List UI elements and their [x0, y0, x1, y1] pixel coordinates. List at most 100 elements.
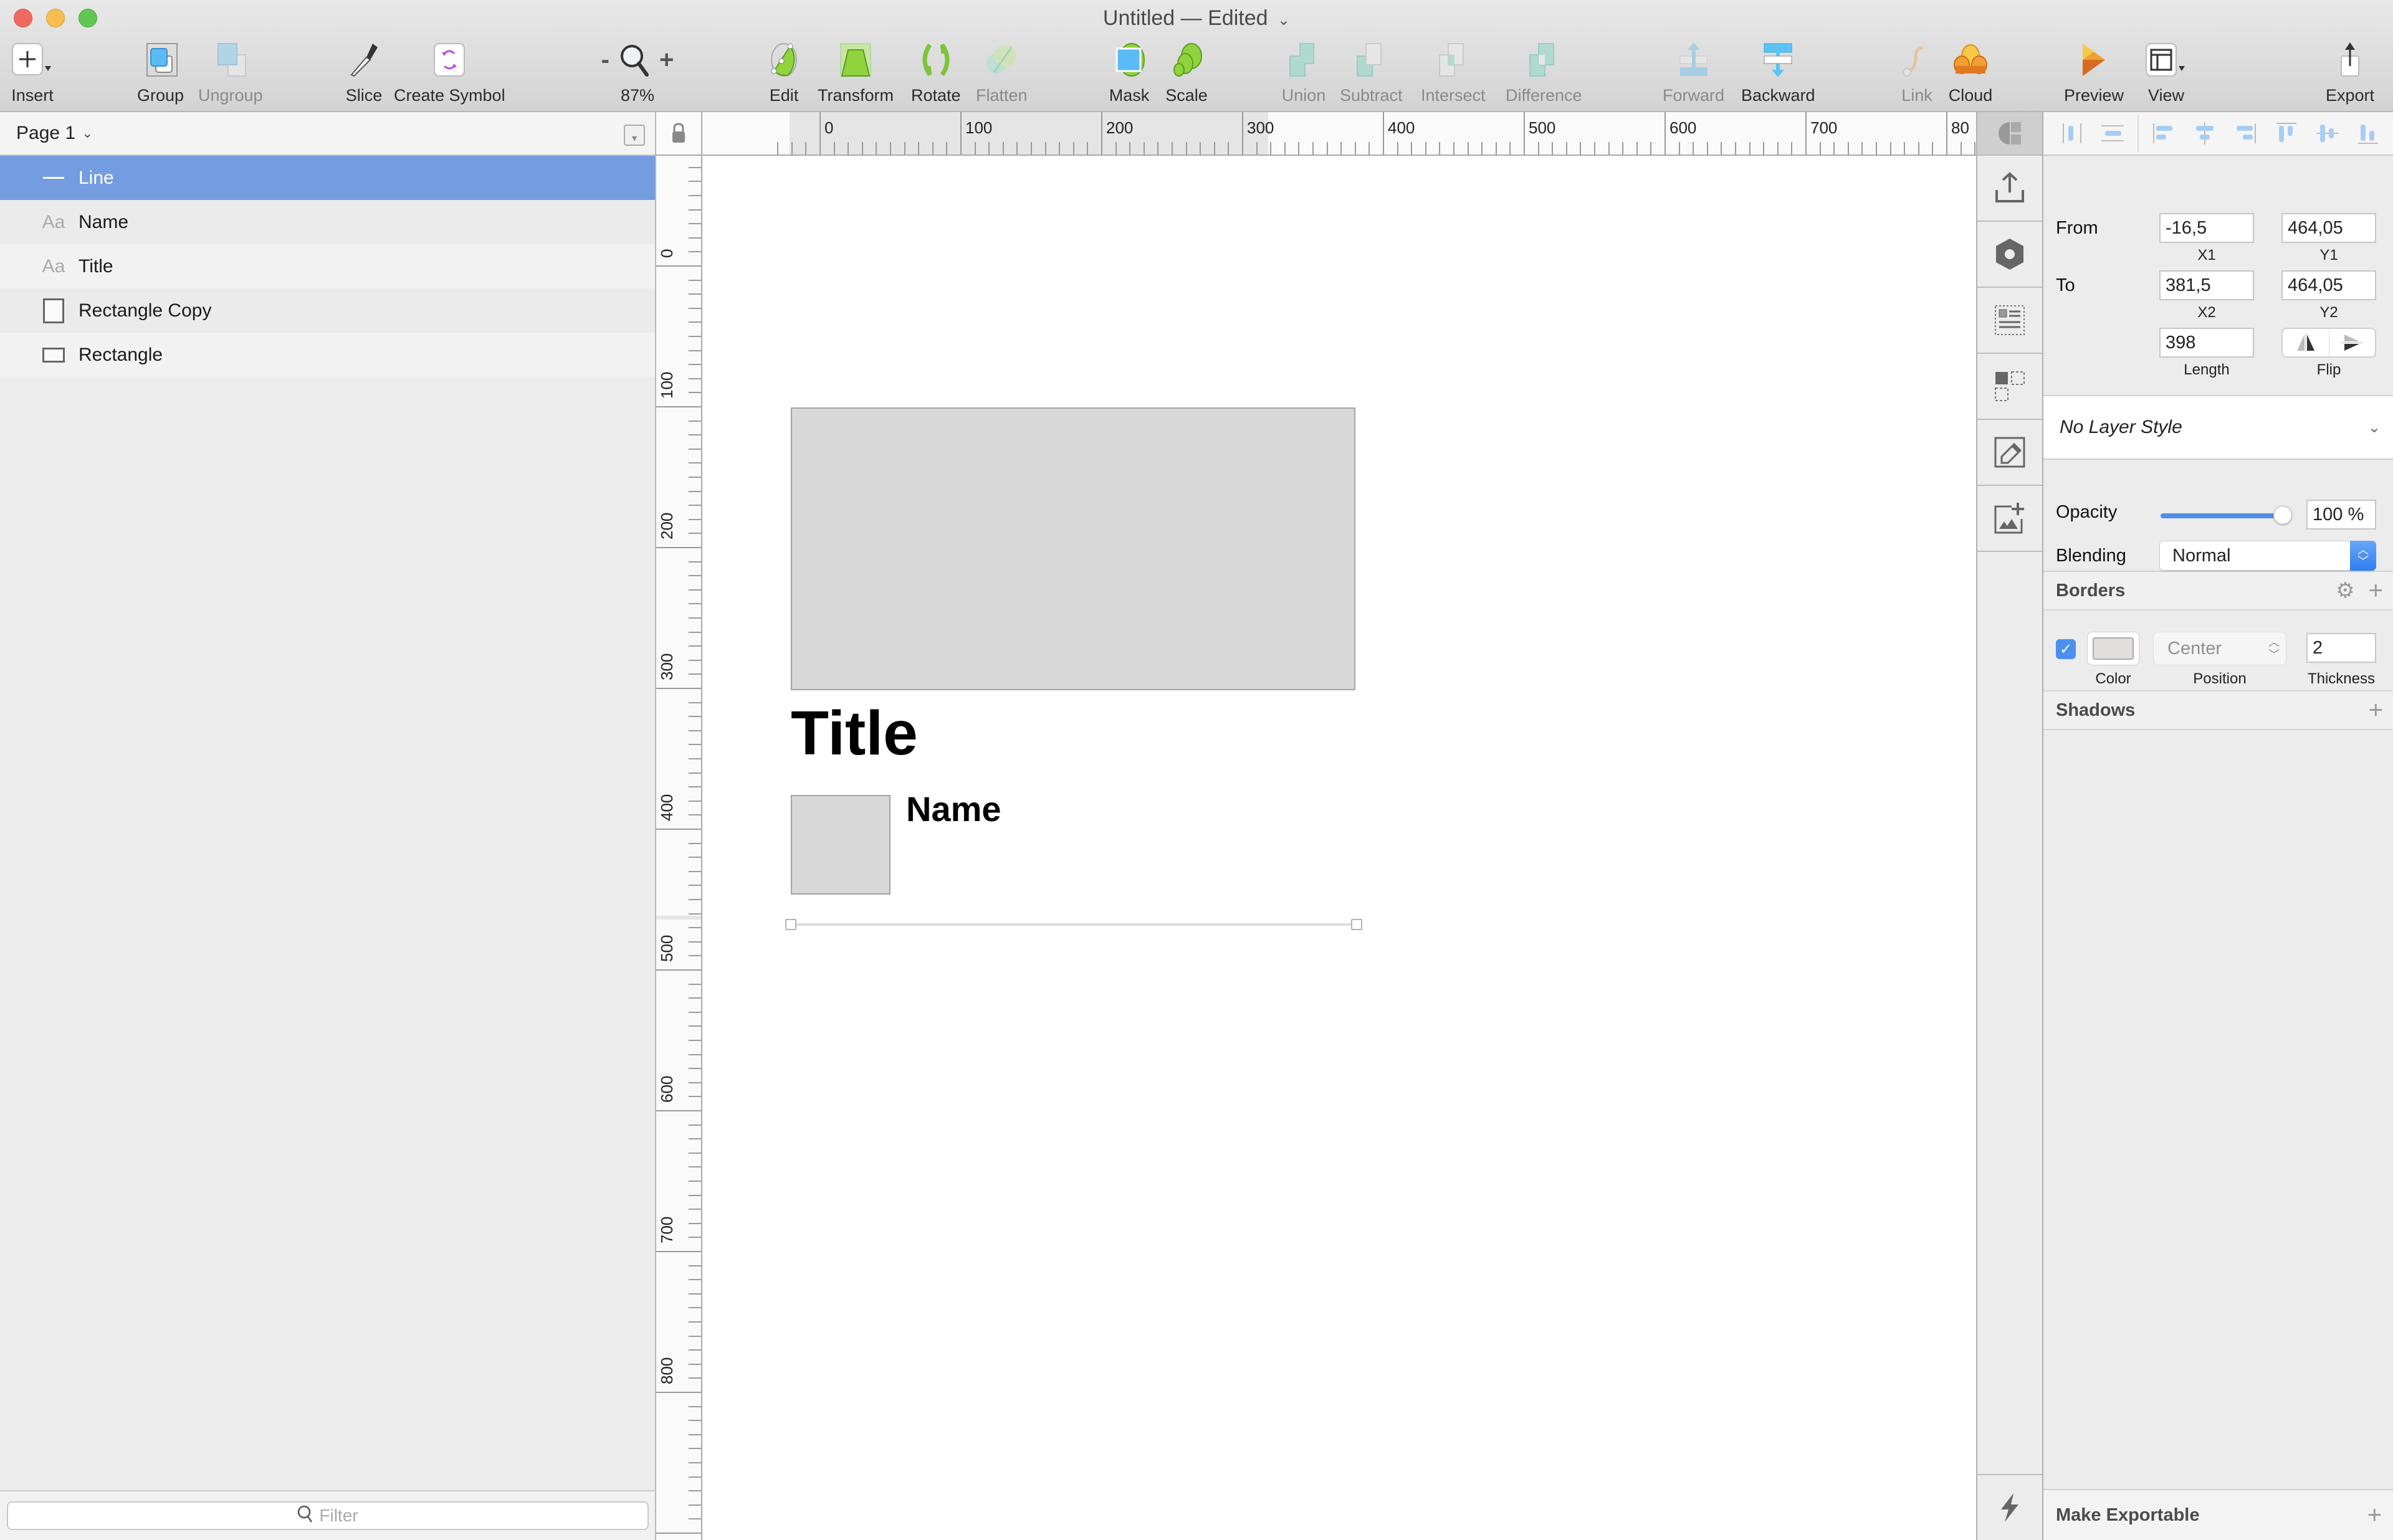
zoom-out-button[interactable]: -	[601, 46, 609, 74]
forward-label: Forward	[1663, 86, 1725, 105]
layer-row-name[interactable]: Aa Name	[0, 200, 655, 244]
opacity-field[interactable]: 100 %	[2306, 500, 2376, 530]
cloud-button[interactable]: Cloud	[1948, 37, 1993, 106]
create-symbol-button[interactable]: Create Symbol	[394, 37, 505, 106]
line-start-handle[interactable]	[785, 919, 796, 930]
ruler-minor-tick	[689, 349, 701, 351]
inspector-tab-style[interactable]	[1977, 112, 2042, 156]
make-exportable-bar: Make Exportable +	[2043, 1489, 2393, 1540]
layer-row-title[interactable]: Aa Title	[0, 244, 655, 288]
flatten-button[interactable]: Flatten	[976, 37, 1028, 106]
transform-button[interactable]: Transform	[818, 37, 894, 106]
bring-forward-icon	[1671, 37, 1716, 82]
layer-style-dropdown[interactable]: No Layer Style ⌄	[2043, 396, 2393, 460]
flip-label: Flip	[2316, 361, 2341, 378]
x2-field[interactable]: 381,5	[2159, 270, 2254, 300]
inspector-tab-add-image[interactable]	[1977, 486, 2042, 552]
link-button[interactable]: Link	[1894, 37, 1939, 106]
forward-button[interactable]: Forward	[1663, 37, 1724, 106]
ruler-label: 500	[1529, 118, 1556, 137]
ruler-minor-tick	[689, 1166, 701, 1168]
blending-select[interactable]: Normal ︿ ﹀	[2159, 541, 2376, 571]
subtract-button[interactable]: Subtract	[1340, 37, 1403, 106]
vertical-ruler[interactable]: 0 100 200 300 400 500 600 700 800	[656, 156, 702, 1540]
align-top-icon[interactable]	[2270, 118, 2303, 149]
inspector-tab-symbols[interactable]	[1977, 354, 2042, 420]
flip-vertical-button[interactable]	[2329, 329, 2376, 356]
ruler-lock-button[interactable]	[656, 112, 702, 156]
scale-button[interactable]: Scale	[1164, 37, 1209, 106]
style-half-circle-icon	[1999, 122, 2021, 145]
align-right-icon[interactable]	[2229, 118, 2262, 149]
opacity-slider[interactable]	[2161, 506, 2292, 525]
ruler-label: 300	[1247, 118, 1274, 137]
opacity-slider-knob[interactable]	[2273, 506, 2292, 525]
rotate-button[interactable]: Rotate	[911, 37, 961, 106]
border-position-select[interactable]: Center ︿ ﹀	[2153, 632, 2286, 665]
layer-row-line[interactable]: Line	[0, 156, 655, 200]
canvas-line-selected[interactable]	[791, 923, 1357, 926]
zoom-control: - + 87%	[591, 37, 684, 106]
flatten-label: Flatten	[976, 86, 1028, 105]
difference-button[interactable]: Difference	[1506, 37, 1582, 106]
distribute-horizontal-icon[interactable]	[2056, 118, 2088, 149]
difference-label: Difference	[1506, 86, 1582, 105]
canvas-rectangle[interactable]	[791, 407, 1355, 690]
ruler-minor-tick	[689, 505, 701, 506]
add-border-plus-icon[interactable]: +	[2369, 577, 2383, 605]
export-button[interactable]: Export	[2326, 37, 2374, 106]
view-button[interactable]: View	[2144, 37, 2189, 106]
page-selector[interactable]: Page 1 ⌄ ▾	[0, 112, 655, 156]
y2-field[interactable]: 464,05	[2281, 270, 2376, 300]
line-end-handle[interactable]	[1351, 919, 1362, 930]
x1-field[interactable]: -16,5	[2159, 213, 2254, 243]
union-button[interactable]: Union	[1281, 37, 1326, 106]
y1-field[interactable]: 464,05	[2281, 213, 2376, 243]
inspector-tab-export[interactable]	[1977, 156, 2042, 222]
horizontal-ruler[interactable]: 0 100 200 300 400 500 600 700 80	[702, 112, 1976, 156]
window-title[interactable]: Untitled — Edited ⌄	[0, 6, 2393, 31]
inspector-tab-actions[interactable]	[1977, 1474, 2042, 1540]
align-center-horizontal-icon[interactable]	[2189, 118, 2221, 149]
mask-button[interactable]: Mask	[1107, 37, 1152, 106]
intersect-button[interactable]: Intersect	[1421, 37, 1486, 106]
add-export-plus-icon[interactable]: +	[2367, 1501, 2382, 1529]
border-enabled-checkbox[interactable]: ✓	[2056, 639, 2076, 659]
zoom-in-button[interactable]: +	[659, 46, 674, 74]
add-image-icon	[1994, 503, 2024, 534]
slice-button[interactable]: Slice	[342, 37, 386, 106]
ruler-minor-tick	[1312, 142, 1314, 154]
distribute-vertical-icon[interactable]	[2097, 118, 2129, 149]
canvas[interactable]: Title Name	[702, 156, 1976, 1540]
filter-input[interactable]: Filter	[6, 1501, 649, 1530]
ruler-minor-tick	[689, 617, 701, 619]
align-left-icon[interactable]	[2147, 118, 2180, 149]
preview-button[interactable]: Preview	[2064, 37, 2124, 106]
ruler-minor-tick	[1129, 142, 1131, 154]
backward-button[interactable]: Backward	[1741, 37, 1815, 106]
border-color-well[interactable]	[2087, 632, 2139, 665]
knife-icon	[342, 37, 386, 82]
border-thickness-field[interactable]: 2	[2306, 633, 2376, 663]
add-shadow-plus-icon[interactable]: +	[2369, 696, 2383, 725]
layer-row-rectangle[interactable]: Rectangle	[0, 333, 655, 377]
borders-settings-gear-icon[interactable]: ⚙	[2336, 578, 2354, 603]
length-field[interactable]: 398	[2159, 328, 2254, 358]
edit-label: Edit	[769, 86, 799, 105]
inspector-tab-edit[interactable]	[1977, 420, 2042, 486]
slice-label: Slice	[345, 86, 383, 105]
ungroup-button[interactable]: Ungroup	[198, 37, 263, 106]
canvas-name-text[interactable]: Name	[906, 789, 1001, 829]
insert-button[interactable]: Insert	[10, 37, 55, 106]
flip-horizontal-button[interactable]	[2283, 329, 2329, 356]
align-bottom-icon[interactable]	[2352, 118, 2384, 149]
collapse-pages-button[interactable]: ▾	[624, 125, 645, 146]
layer-row-rectangle-copy[interactable]: Rectangle Copy	[0, 288, 655, 333]
inspector-tab-layout[interactable]	[1977, 288, 2042, 354]
inspector-tab-plugins[interactable]	[1977, 222, 2042, 288]
align-middle-vertical-icon[interactable]	[2311, 118, 2344, 149]
canvas-title-text[interactable]: Title	[791, 698, 918, 769]
group-button[interactable]: Group	[137, 37, 184, 106]
edit-button[interactable]: Edit	[762, 37, 806, 106]
canvas-rectangle-copy[interactable]	[791, 795, 891, 895]
